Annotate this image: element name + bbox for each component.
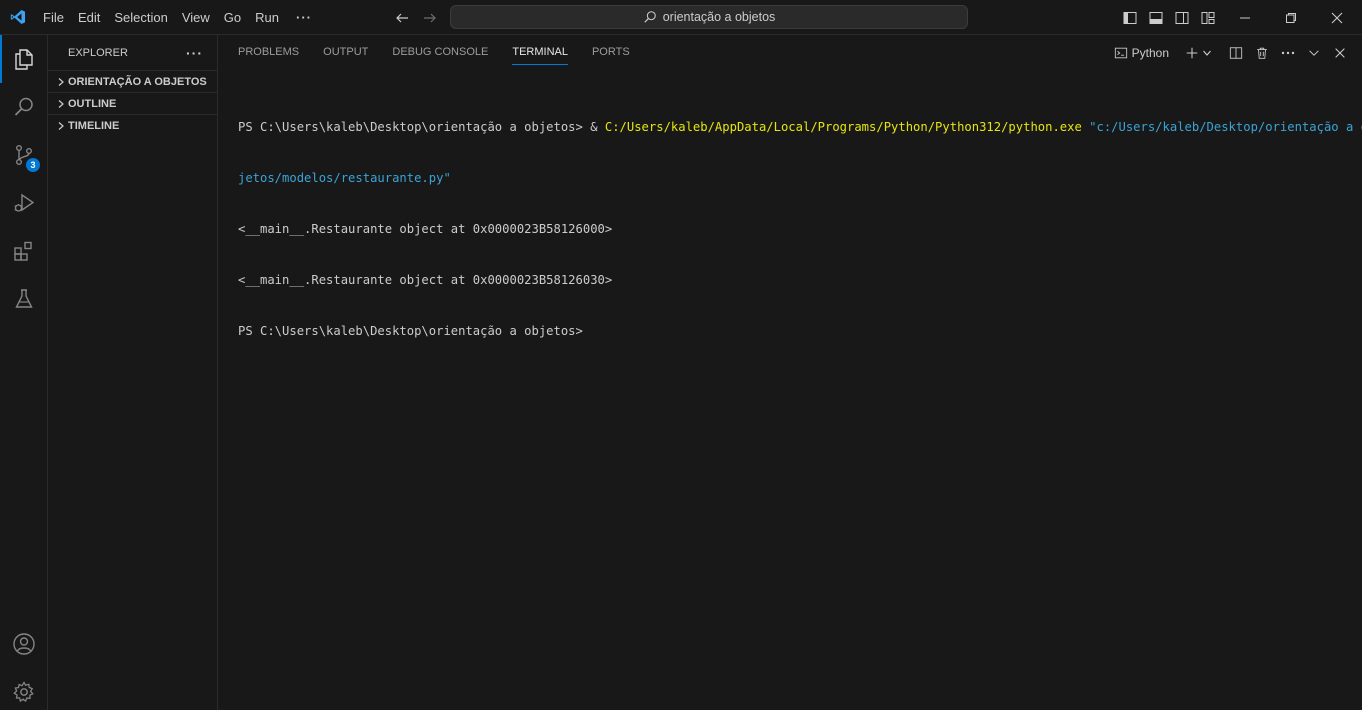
chevron-right-icon bbox=[54, 115, 68, 137]
search-activity[interactable] bbox=[0, 83, 48, 131]
sidebar-header: EXPLORER ··· bbox=[48, 35, 217, 70]
prompt-text: PS C:\Users\kaleb\Desktop\orientação a o… bbox=[238, 120, 605, 134]
back-arrow-icon[interactable] bbox=[388, 0, 416, 35]
terminal-selector[interactable]: Python bbox=[1112, 41, 1171, 65]
panel-tabs: PROBLEMS OUTPUT DEBUG CONSOLE TERMINAL P… bbox=[218, 35, 646, 70]
script-argument: "c:/Users/kaleb/Desktop/orientação a obi bbox=[1081, 120, 1362, 134]
trash-icon bbox=[1257, 47, 1267, 59]
section-timeline[interactable]: TIMELINE bbox=[48, 114, 217, 136]
maximize-panel-button[interactable] bbox=[1302, 41, 1326, 65]
search-icon bbox=[14, 97, 33, 116]
menu-run[interactable]: Run bbox=[248, 0, 286, 35]
terminal-line: <__main__.Restaurante object at 0x000002… bbox=[238, 221, 1348, 238]
terminal-line: <__main__.Restaurante object at 0x000002… bbox=[238, 272, 1348, 289]
output-text: <__main__.Restaurante object at 0x000002… bbox=[238, 273, 613, 287]
close-panel-button[interactable] bbox=[1328, 41, 1352, 65]
restore-icon[interactable] bbox=[1268, 0, 1314, 35]
menu-view[interactable]: View bbox=[175, 0, 217, 35]
tab-debug-console[interactable]: DEBUG CONSOLE bbox=[384, 35, 496, 70]
sidebar-title: EXPLORER bbox=[68, 46, 128, 59]
menu-go[interactable]: Go bbox=[217, 0, 248, 35]
terminal-icon bbox=[1114, 47, 1127, 58]
more-actions-button[interactable] bbox=[1276, 41, 1300, 65]
extensions-activity[interactable] bbox=[0, 227, 48, 275]
ellipsis-icon bbox=[1281, 51, 1295, 54]
toggle-primary-sidebar-icon[interactable] bbox=[1117, 0, 1143, 35]
title-bar: File Edit Selection View Go Run ··· orie… bbox=[0, 0, 1362, 35]
flask-icon bbox=[15, 289, 33, 308]
testing-activity[interactable] bbox=[0, 275, 48, 323]
section-outline[interactable]: OUTLINE bbox=[48, 92, 217, 114]
accounts-activity[interactable] bbox=[0, 620, 48, 668]
section-label: ORIENTAÇÃO A OBJETOS bbox=[68, 75, 207, 88]
window-controls bbox=[1222, 0, 1360, 35]
section-workspace-folder[interactable]: ORIENTAÇÃO A OBJETOS bbox=[48, 70, 217, 92]
chevron-down-icon bbox=[1309, 49, 1319, 56]
output-text: <__main__.Restaurante object at 0x000002… bbox=[238, 222, 613, 236]
tab-output[interactable]: OUTPUT bbox=[315, 35, 376, 70]
terminal-line: PS C:\Users\kaleb\Desktop\orientação a o… bbox=[238, 323, 1348, 340]
menu-bar: File Edit Selection View Go Run ··· bbox=[36, 0, 322, 35]
explorer-sidebar: EXPLORER ··· ORIENTAÇÃO A OBJETOS OUTLIN… bbox=[48, 35, 218, 710]
run-debug-activity[interactable] bbox=[0, 179, 48, 227]
close-icon bbox=[1335, 47, 1345, 58]
source-control-badge: 3 bbox=[26, 158, 40, 172]
menu-more[interactable]: ··· bbox=[286, 0, 322, 35]
script-argument-continued: jetos/modelos/restaurante.py" bbox=[238, 171, 451, 185]
close-window-icon[interactable] bbox=[1314, 0, 1360, 35]
manage-activity[interactable] bbox=[0, 668, 48, 710]
tab-problems[interactable]: PROBLEMS bbox=[230, 35, 307, 70]
forward-arrow-icon[interactable] bbox=[416, 0, 444, 35]
panel-actions: Python bbox=[1112, 35, 1352, 70]
chevron-down-icon bbox=[1203, 50, 1211, 56]
activity-bar: 3 bbox=[0, 35, 48, 710]
sidebar-more-actions[interactable]: ··· bbox=[186, 45, 203, 61]
files-icon bbox=[15, 49, 33, 70]
menu-selection[interactable]: Selection bbox=[107, 0, 174, 35]
terminal-output[interactable]: PS C:\Users\kaleb\Desktop\orientação a o… bbox=[238, 85, 1362, 374]
explorer-activity[interactable] bbox=[0, 35, 48, 83]
split-terminal-button[interactable] bbox=[1224, 41, 1248, 65]
new-terminal-button[interactable] bbox=[1183, 41, 1214, 65]
executable-path: C:/Users/kaleb/AppData/Local/Programs/Py… bbox=[604, 120, 1082, 134]
terminal-name: Python bbox=[1131, 45, 1169, 60]
split-icon bbox=[1229, 46, 1243, 59]
terminal-line: jetos/modelos/restaurante.py" bbox=[238, 170, 1348, 187]
plus-icon bbox=[1186, 47, 1198, 58]
kill-terminal-button[interactable] bbox=[1250, 41, 1274, 65]
section-label: TIMELINE bbox=[68, 119, 120, 132]
vscode-logo-icon bbox=[0, 0, 36, 35]
command-center[interactable]: orientação a objetos bbox=[450, 5, 968, 29]
chevron-right-icon bbox=[54, 71, 68, 93]
customize-layout-icon[interactable] bbox=[1195, 0, 1221, 35]
prompt-text: PS C:\Users\kaleb\Desktop\orientação a o… bbox=[238, 324, 583, 338]
section-label: OUTLINE bbox=[68, 97, 117, 110]
gear-icon bbox=[13, 681, 34, 703]
search-icon bbox=[644, 11, 656, 23]
tab-ports[interactable]: PORTS bbox=[584, 35, 638, 70]
navigation-arrows bbox=[388, 0, 444, 35]
tab-terminal[interactable]: TERMINAL bbox=[504, 35, 576, 70]
extensions-icon bbox=[14, 241, 32, 261]
terminal-line: PS C:\Users\kaleb\Desktop\orientação a o… bbox=[238, 119, 1362, 136]
bottom-panel: PROBLEMS OUTPUT DEBUG CONSOLE TERMINAL P… bbox=[218, 35, 1362, 710]
menu-edit[interactable]: Edit bbox=[71, 0, 107, 35]
account-icon bbox=[13, 633, 35, 655]
minimize-icon[interactable] bbox=[1222, 0, 1268, 35]
chevron-right-icon bbox=[54, 93, 68, 115]
run-debug-icon bbox=[14, 193, 35, 212]
toggle-panel-icon[interactable] bbox=[1143, 0, 1169, 35]
layout-controls bbox=[1117, 0, 1221, 35]
menu-file[interactable]: File bbox=[36, 0, 71, 35]
source-control-activity[interactable]: 3 bbox=[0, 131, 48, 179]
toggle-secondary-sidebar-icon[interactable] bbox=[1169, 0, 1195, 35]
command-center-text: orientação a objetos bbox=[662, 10, 776, 24]
